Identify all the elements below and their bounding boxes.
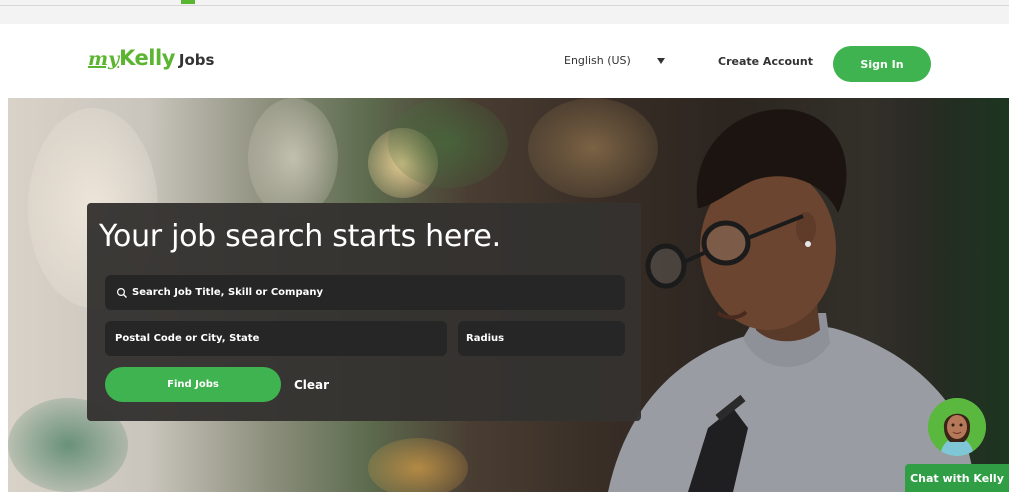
location-placeholder: Postal Code or City, State — [115, 333, 260, 344]
top-strip — [0, 0, 1009, 24]
background-drink — [368, 438, 468, 492]
accent-bar — [181, 0, 195, 4]
mykelly-jobs-logo[interactable]: my Kelly Jobs — [88, 46, 214, 70]
background-light — [248, 98, 338, 218]
divider — [0, 5, 1009, 6]
find-jobs-button[interactable]: Find Jobs — [105, 367, 281, 402]
chat-with-kelly-button[interactable]: Chat with Kelly — [905, 464, 1009, 492]
logo-my: my — [88, 48, 120, 70]
location-input[interactable]: Postal Code or City, State — [105, 321, 447, 356]
clear-button[interactable]: Clear — [294, 378, 329, 392]
page: my Kelly Jobs English (US) Create Accoun… — [0, 0, 1009, 492]
site-header: my Kelly Jobs English (US) Create Accoun… — [0, 24, 1009, 98]
caret-down-icon — [656, 57, 665, 64]
language-selector[interactable]: English (US) — [564, 54, 665, 67]
search-icon — [116, 287, 127, 298]
keyword-placeholder: Search Job Title, Skill or Company — [132, 287, 324, 298]
create-account-link[interactable]: Create Account — [718, 55, 813, 68]
radius-select[interactable]: Radius — [458, 321, 625, 356]
logo-kelly: Kelly — [119, 46, 175, 70]
logo-jobs: Jobs — [178, 51, 215, 69]
radius-label: Radius — [466, 333, 505, 344]
chat-avatar-icon[interactable] — [928, 398, 986, 456]
language-label: English (US) — [564, 54, 631, 67]
background-plant — [388, 98, 508, 188]
job-search-panel: Your job search starts here. Search Job … — [87, 203, 641, 421]
keyword-search-input[interactable]: Search Job Title, Skill or Company — [105, 275, 625, 310]
hero-headline: Your job search starts here. — [99, 219, 501, 254]
sign-in-button[interactable]: Sign In — [833, 46, 931, 82]
chat-avatar-art — [928, 398, 986, 456]
